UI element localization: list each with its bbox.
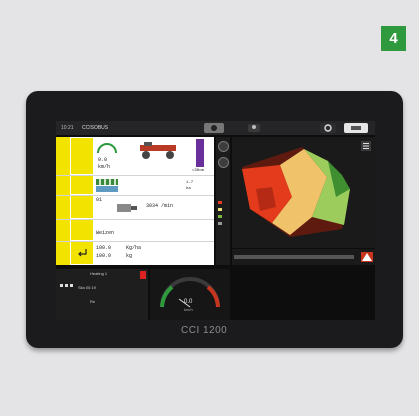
depth-value: <30cm (192, 169, 205, 173)
menu-icon (363, 143, 369, 149)
target-rate-unit: Kg/ha (126, 245, 142, 251)
row-label (71, 176, 93, 194)
target-rate-value: 100.0 (96, 245, 112, 251)
map-status-bar (232, 249, 375, 265)
speed-dial-icon (97, 143, 117, 154)
row-label (71, 138, 93, 174)
speed-gauge (160, 277, 220, 308)
field-coverage-map (242, 147, 350, 237)
status-line-2: Sila 00:19 (78, 285, 96, 290)
screen-toggle-button[interactable] (344, 123, 368, 133)
swath-indicator (234, 255, 354, 259)
row-label (71, 196, 93, 218)
map-warning-button[interactable] (361, 252, 373, 262)
top-status-bar: 10:21 CCISOBUS (56, 121, 375, 135)
actual-rate-value: 100.0 (96, 253, 112, 259)
fill-level-bar (196, 139, 204, 167)
device-brand-label: CCI 1200 (181, 325, 228, 336)
speed-gauge-panel: 0.0 km/h (150, 269, 230, 320)
section-status-bar (96, 186, 118, 192)
clock-label: 10:21 (61, 125, 74, 131)
map-zoom-out-button[interactable] (218, 157, 229, 168)
map-zoom-in-button[interactable] (218, 141, 229, 152)
fan-speed-value: 3034 /min (146, 203, 174, 209)
app-title: CCISOBUS (82, 125, 109, 131)
row-product: Weizen (56, 219, 214, 242)
section-number-badge: 4 (381, 26, 406, 51)
speed-unit: km/h (98, 164, 111, 170)
metering-unit-icon (117, 204, 137, 212)
map-menu-button[interactable] (361, 141, 371, 151)
status-line-1: Heating 1 (90, 271, 108, 276)
row-section-control (56, 175, 214, 196)
product-name: Weizen (96, 230, 115, 236)
job-panel: 0.0 km/h 1.7 ha <30cm 01 3034 /min Weize… (56, 137, 214, 265)
empty-panel (232, 269, 375, 320)
warning-icon (362, 253, 372, 261)
home-button[interactable] (204, 123, 224, 133)
alarm-indicator (140, 271, 146, 279)
row-label (71, 220, 93, 240)
speed-value: 0.0 (98, 157, 108, 163)
user-button[interactable] (248, 124, 260, 132)
dots-icon (60, 284, 73, 287)
metering-id: 01 (96, 197, 103, 203)
section-bar (96, 179, 118, 185)
return-arrow-icon[interactable] (76, 247, 88, 257)
status-info-panel: Heating 1 Sila 00:19 Re (56, 269, 148, 320)
row-speed: 0.0 km/h 1.7 ha <30cm (56, 137, 214, 191)
screen-toggle-icon (351, 126, 361, 130)
row-metering: 01 3034 /min (56, 195, 214, 220)
terminal-screen: 10:21 CCISOBUS 0.0 km/h 1.7 ha <30cm 01 … (56, 121, 375, 320)
actual-rate-unit: kg (126, 253, 133, 259)
gear-icon (324, 124, 332, 132)
settings-button[interactable] (320, 123, 336, 133)
seed-drill-icon (140, 142, 176, 159)
status-line-3: Re (90, 299, 96, 304)
home-icon (211, 125, 217, 131)
gauge-unit: km/h (184, 307, 193, 312)
gauge-value: 0.0 (184, 299, 193, 305)
row-rate: 100.0 Kg/ha 100.0 kg (56, 241, 214, 265)
map-legend-icon (218, 201, 222, 225)
field-map[interactable] (232, 137, 375, 248)
user-icon (252, 125, 256, 129)
